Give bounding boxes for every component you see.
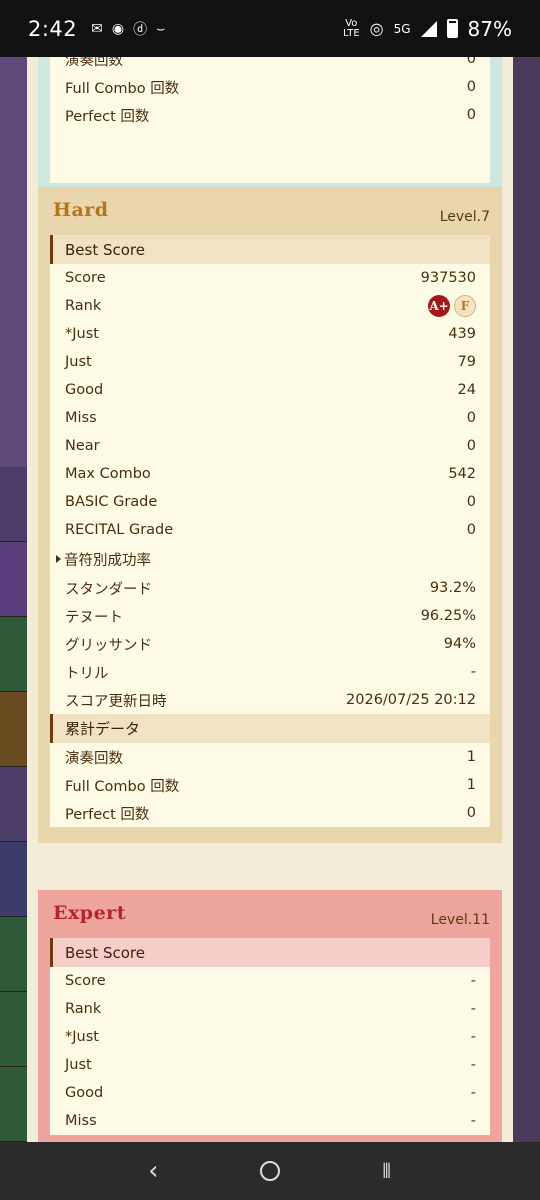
expert-difficulty-card: Expert Level.11 Best Score Score - Rank - … xyxy=(38,890,502,1142)
mail-icon: ✉ xyxy=(91,20,103,37)
difficulty-level: Level.7 xyxy=(439,209,490,225)
stat-row: Just 79 xyxy=(65,354,476,370)
stat-row: RECITAL Grade 0 xyxy=(65,522,476,538)
stat-row: Just - xyxy=(65,1057,476,1073)
stat-row: スタンダード 93.2% xyxy=(65,580,476,598)
previous-difficulty-card: 演奏回数 0 Full Combo 回数 0 Perfect 回数 0 xyxy=(38,57,502,195)
best-score-header: Best Score xyxy=(50,235,490,264)
stat-row: グリッサンド 94% xyxy=(65,636,476,654)
rank-a-plus-icon: A+ xyxy=(428,295,450,317)
background-right-edge xyxy=(513,57,540,1142)
difficulty-title: Expert xyxy=(53,902,126,924)
hard-card-content: Best Score Score 937530 Rank A+ F *Just 4… xyxy=(50,235,490,827)
song-detail-panel[interactable]: 演奏回数 0 Full Combo 回数 0 Perfect 回数 0 Hard… xyxy=(27,57,513,1142)
stat-row: Near 0 xyxy=(65,438,476,454)
amazon-icon: ⌣ xyxy=(156,20,166,37)
expert-card-content: Best Score Score - Rank - *Just - Just - Goo… xyxy=(50,938,490,1135)
notification-icons: ✉ ◉ ⓓ ⌣ xyxy=(91,19,165,39)
line-icon: ◉ xyxy=(111,20,125,37)
previous-card-content: 演奏回数 0 Full Combo 回数 0 Perfect 回数 0 xyxy=(50,57,490,183)
stat-row: テヌート 96.25% xyxy=(65,608,476,626)
battery-icon xyxy=(446,19,458,38)
stat-row: 演奏回数 1 xyxy=(65,749,476,767)
volte-icon: Vo LTE xyxy=(343,17,360,39)
stat-row: *Just - xyxy=(65,1029,476,1045)
stat-row: Good 24 xyxy=(65,382,476,398)
score-updated-row: スコア更新日時 2026/07/25 20:12 xyxy=(65,692,476,710)
stat-row: トリル - xyxy=(65,664,476,682)
cumulative-data-header: 累計データ xyxy=(50,714,490,743)
background-left-edge xyxy=(0,57,27,1142)
stat-row: Max Combo 542 xyxy=(65,466,476,482)
hard-difficulty-card: Hard Level.7 Best Score Score 937530 Ran… xyxy=(38,187,502,843)
stat-row: 演奏回数 0 xyxy=(65,57,476,69)
stat-row: BASIC Grade 0 xyxy=(65,494,476,510)
difficulty-level: Level.11 xyxy=(430,912,490,928)
status-time: 2:42 xyxy=(28,16,78,41)
hotspot-icon: ◎ xyxy=(369,19,384,38)
stat-row: Miss 0 xyxy=(65,410,476,426)
stat-row: Full Combo 回数 1 xyxy=(65,777,476,795)
stat-row: Rank - xyxy=(65,1001,476,1017)
difficulty-title: Hard xyxy=(53,199,109,221)
stat-row: Perfect 回数 0 xyxy=(65,805,476,823)
back-icon[interactable]: ‹ xyxy=(133,1156,173,1186)
d-app-icon: ⓓ xyxy=(133,21,148,38)
disclosure-triangle-icon xyxy=(56,555,61,563)
status-bar: 2:42 ✉ ◉ ⓓ ⌣ Vo LTE ◎ 5G 87% xyxy=(0,0,540,57)
note-success-rate-toggle[interactable]: 音符別成功率 xyxy=(50,544,490,574)
stat-row: Full Combo 回数 0 xyxy=(65,79,476,97)
rank-badges: A+ F xyxy=(428,295,476,317)
recents-icon[interactable]: ⦀ xyxy=(367,1159,407,1183)
stat-row: Good - xyxy=(65,1085,476,1101)
battery-percent: 87% xyxy=(467,16,512,41)
signal-icon xyxy=(420,20,437,37)
rank-row: Rank A+ F xyxy=(50,292,490,320)
score-row: Score 937530 xyxy=(65,270,476,286)
best-score-header: Best Score xyxy=(50,938,490,967)
status-right: Vo LTE ◎ 5G 87% xyxy=(343,17,512,41)
stat-row: Miss - xyxy=(65,1113,476,1129)
system-nav-bar: ‹ ⦀ xyxy=(0,1142,540,1200)
home-icon[interactable] xyxy=(259,1161,280,1181)
stat-row: *Just 439 xyxy=(65,326,476,342)
rank-f-icon: F xyxy=(454,295,476,317)
network-type: 5G xyxy=(393,21,411,36)
stat-row: Perfect 回数 0 xyxy=(65,107,476,125)
stat-row: Score - xyxy=(65,973,476,989)
